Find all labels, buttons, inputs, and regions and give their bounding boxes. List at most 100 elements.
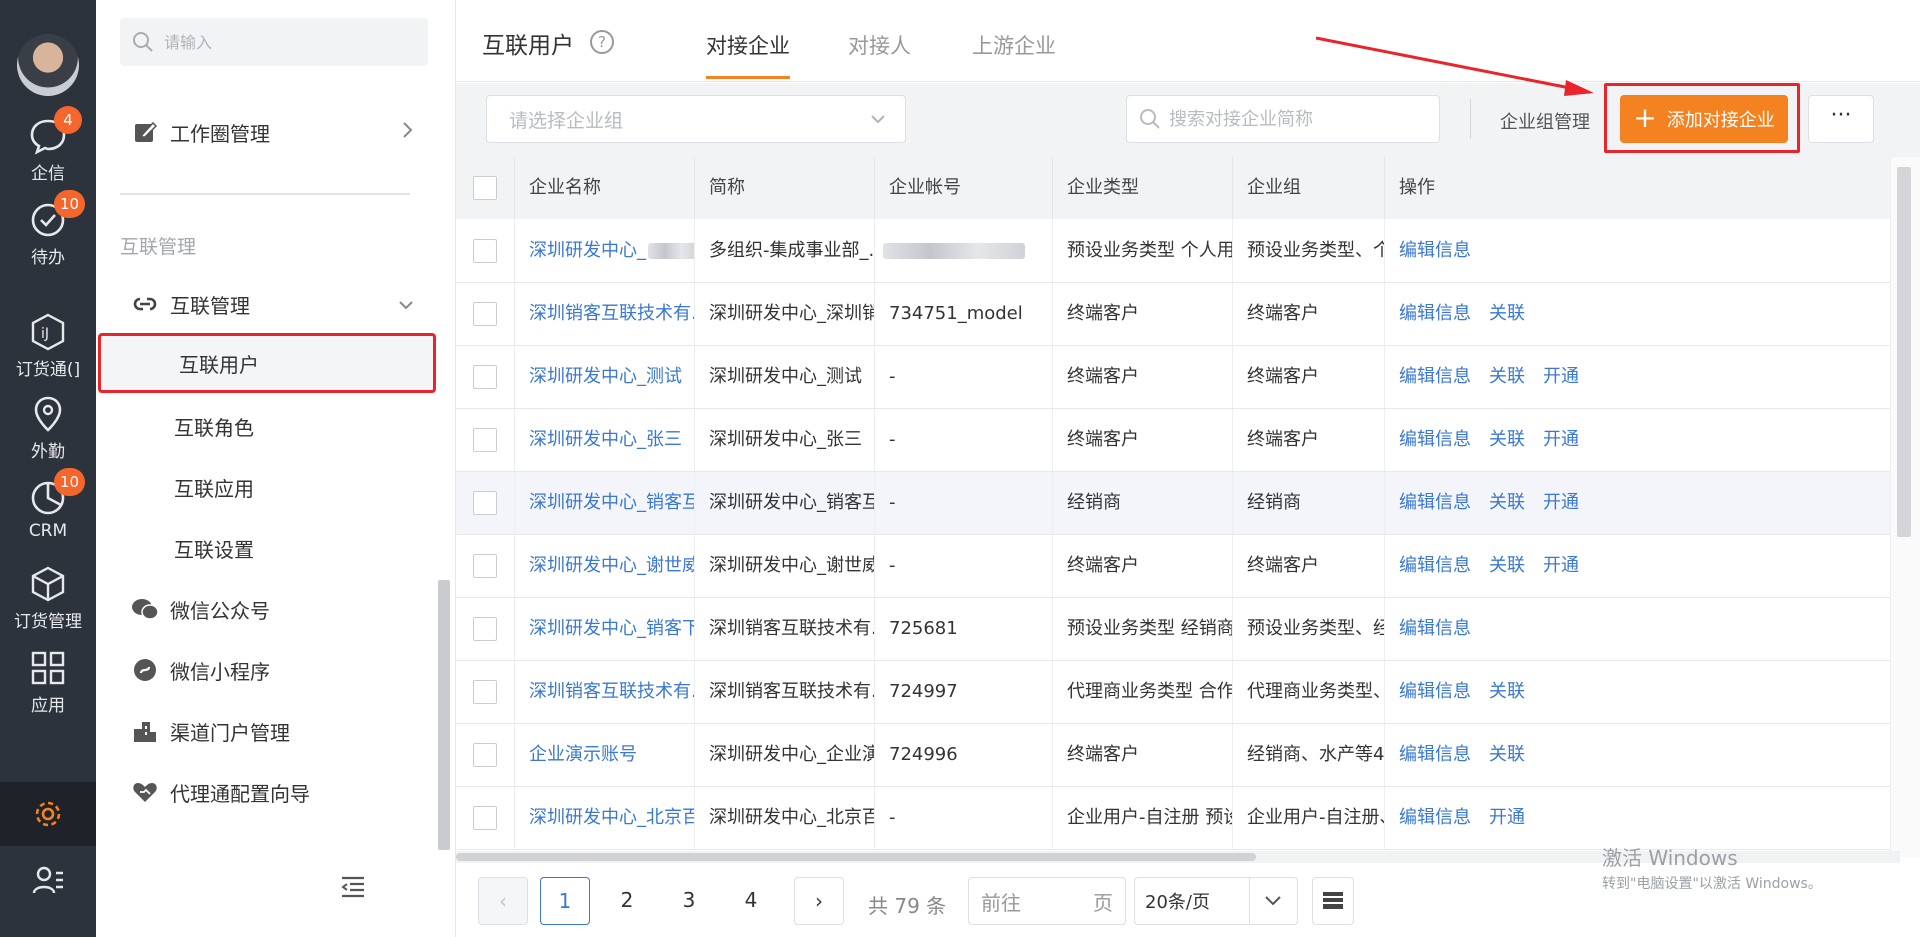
- link-relation-link[interactable]: 关联: [1489, 681, 1525, 702]
- page-button[interactable]: 1: [540, 877, 590, 925]
- activate-link[interactable]: 开通: [1543, 366, 1579, 387]
- link-relation-link[interactable]: 关联: [1489, 303, 1525, 324]
- add-connected-company-button[interactable]: + 添加对接企业: [1620, 95, 1788, 143]
- column-header[interactable]: 企业组: [1232, 157, 1384, 219]
- column-header[interactable]: 企业名称: [514, 157, 694, 219]
- company-name-link[interactable]: 深圳研发中心_张三: [514, 409, 694, 471]
- company-name-link[interactable]: 深圳研发中心_测试: [514, 346, 694, 408]
- page-button[interactable]: 3: [664, 877, 714, 925]
- rail-item-todo[interactable]: 10 待办: [0, 190, 96, 278]
- row-checkbox[interactable]: [473, 428, 497, 452]
- table-row[interactable]: 深圳销客互联技术有... 深圳研发中心_深圳销... 734751_model 终端客…: [456, 283, 1900, 346]
- table-density-button[interactable]: [1312, 877, 1354, 925]
- help-icon[interactable]: ?: [590, 30, 614, 54]
- company-name-link[interactable]: 深圳研发中心_销客互...: [514, 472, 694, 534]
- activate-link[interactable]: 开通: [1543, 555, 1579, 576]
- edit-info-link[interactable]: 编辑信息: [1399, 240, 1471, 261]
- column-header[interactable]: 简称: [694, 157, 874, 219]
- company-search-box[interactable]: [1126, 95, 1440, 143]
- company-name-link[interactable]: 企业演示账号: [514, 724, 694, 786]
- rail-item-waiqin[interactable]: 外勤: [0, 390, 96, 472]
- rail-item-qixin[interactable]: 4 企信: [0, 106, 96, 194]
- user-avatar[interactable]: [17, 34, 79, 96]
- company-name-link[interactable]: 深圳销客互联技术有...: [514, 661, 694, 723]
- link-relation-link[interactable]: 关联: [1489, 555, 1525, 576]
- activate-link[interactable]: 开通: [1543, 429, 1579, 450]
- row-checkbox[interactable]: [473, 239, 497, 263]
- tab-connected-companies[interactable]: 对接企业: [706, 30, 790, 60]
- company-name-link[interactable]: 深圳研发中心_北京百...: [514, 787, 694, 849]
- more-options-button[interactable]: ···: [1808, 95, 1874, 143]
- nav-item-agent-wizard[interactable]: 代理通配置向导: [96, 763, 436, 821]
- nav-group-interconnect[interactable]: 互联管理: [96, 275, 436, 333]
- tab-upstream-companies[interactable]: 上游企业: [972, 30, 1056, 60]
- edit-info-link[interactable]: 编辑信息: [1399, 744, 1471, 765]
- table-row[interactable]: 企业演示账号 深圳研发中心_企业演... 724996 终端客户 经销商、水产等4个企编…: [456, 724, 1900, 787]
- page-size-select[interactable]: 20条/页: [1134, 877, 1298, 925]
- activate-link[interactable]: 开通: [1543, 492, 1579, 513]
- company-search-input[interactable]: [1169, 108, 1429, 130]
- nav-item-channel-portal[interactable]: 渠道门户管理: [96, 702, 436, 760]
- nav-item-wechat-official[interactable]: 微信公众号: [96, 580, 436, 638]
- table-row[interactable]: 深圳销客互联技术有... 深圳销客互联技术有... 724997 代理商业务类型 合作…: [456, 661, 1900, 724]
- row-checkbox[interactable]: [473, 743, 497, 767]
- goto-page-input[interactable]: 前往 页: [968, 877, 1126, 925]
- row-checkbox[interactable]: [473, 554, 497, 578]
- next-page-button[interactable]: ›: [794, 877, 844, 925]
- company-group-manage-link[interactable]: 企业组管理: [1500, 108, 1590, 134]
- column-header[interactable]: 企业帐号: [874, 157, 1052, 219]
- collapse-nav-button[interactable]: [340, 876, 366, 902]
- company-name-link[interactable]: 深圳研发中心_...: [514, 220, 694, 282]
- company-name-link[interactable]: 深圳研发中心_谢世威...: [514, 535, 694, 597]
- nav-sub-interconnect-settings[interactable]: 互联设置: [96, 518, 436, 578]
- activate-link[interactable]: 开通: [1489, 807, 1525, 828]
- scroll-thumb[interactable]: [1897, 167, 1911, 537]
- row-checkbox[interactable]: [473, 617, 497, 641]
- table-row[interactable]: 深圳研发中心_谢世威...深圳研发中心_谢世威...-终端客户终端客户编辑信息关…: [456, 535, 1900, 598]
- rail-item-apps[interactable]: 应用: [0, 644, 96, 726]
- nav-scrollbar[interactable]: [438, 580, 450, 850]
- edit-info-link[interactable]: 编辑信息: [1399, 429, 1471, 450]
- row-checkbox[interactable]: [473, 302, 497, 326]
- company-group-select[interactable]: 请选择企业组: [486, 95, 906, 143]
- company-name-link[interactable]: 深圳研发中心_销客下...: [514, 598, 694, 660]
- company-name-link[interactable]: 深圳销客互联技术有...: [514, 283, 694, 345]
- row-checkbox[interactable]: [473, 806, 497, 830]
- table-horizontal-scrollbar[interactable]: [456, 851, 1900, 863]
- nav-sub-interconnect-apps[interactable]: 互联应用: [96, 457, 436, 517]
- scroll-thumb[interactable]: [456, 853, 1256, 861]
- row-checkbox[interactable]: [473, 365, 497, 389]
- edit-info-link[interactable]: 编辑信息: [1399, 807, 1471, 828]
- edit-info-link[interactable]: 编辑信息: [1399, 303, 1471, 324]
- table-row[interactable]: 深圳研发中心_销客下... 深圳销客互联技术有... 725681 预设业务类型 经销…: [456, 598, 1900, 661]
- link-relation-link[interactable]: 关联: [1489, 744, 1525, 765]
- settings-button[interactable]: [0, 782, 96, 846]
- table-row[interactable]: 深圳研发中心_张三 深圳研发中心_张三 - 终端客户 终端客户 编辑信息 关联 开通: [456, 409, 1900, 472]
- edit-info-link[interactable]: 编辑信息: [1399, 618, 1471, 639]
- table-vertical-scrollbar[interactable]: [1890, 157, 1920, 857]
- prev-page-button[interactable]: ‹: [478, 877, 528, 925]
- page-button[interactable]: 4: [726, 877, 776, 925]
- table-row[interactable]: 深圳研发中心_... 多组织-集成事业部_... 预设业务类型 个人用户预设业务类型…: [456, 220, 1900, 283]
- table-row[interactable]: 深圳研发中心_测试 深圳研发中心_测试 - 终端客户 终端客户 编辑信息 关联 开通: [456, 346, 1900, 409]
- nav-item-workcircle[interactable]: 工作圈管理: [96, 103, 436, 161]
- rail-item-order-manage[interactable]: 订货管理: [0, 560, 96, 642]
- nav-sub-interconnect-users[interactable]: 互联用户: [98, 333, 436, 393]
- row-checkbox[interactable]: [473, 680, 497, 704]
- column-header[interactable]: 企业类型: [1052, 157, 1232, 219]
- edit-info-link[interactable]: 编辑信息: [1399, 492, 1471, 513]
- table-row[interactable]: 深圳研发中心_销客互...深圳研发中心_销客互...-经销商经销商编辑信息关联开…: [456, 472, 1900, 535]
- rail-item-dinghuotong[interactable]: iJ 订货通(]: [0, 308, 96, 390]
- edit-info-link[interactable]: 编辑信息: [1399, 681, 1471, 702]
- link-relation-link[interactable]: 关联: [1489, 366, 1525, 387]
- profile-button[interactable]: [0, 848, 96, 912]
- nav-item-wechat-miniprogram[interactable]: 微信小程序: [96, 641, 436, 699]
- page-button[interactable]: 2: [602, 877, 652, 925]
- nav-search-box[interactable]: [120, 18, 428, 66]
- row-checkbox[interactable]: [473, 491, 497, 515]
- nav-sub-interconnect-roles[interactable]: 互联角色: [96, 396, 436, 456]
- tab-contacts[interactable]: 对接人: [848, 30, 911, 60]
- edit-info-link[interactable]: 编辑信息: [1399, 366, 1471, 387]
- select-all-checkbox[interactable]: [473, 176, 497, 200]
- link-relation-link[interactable]: 关联: [1489, 492, 1525, 513]
